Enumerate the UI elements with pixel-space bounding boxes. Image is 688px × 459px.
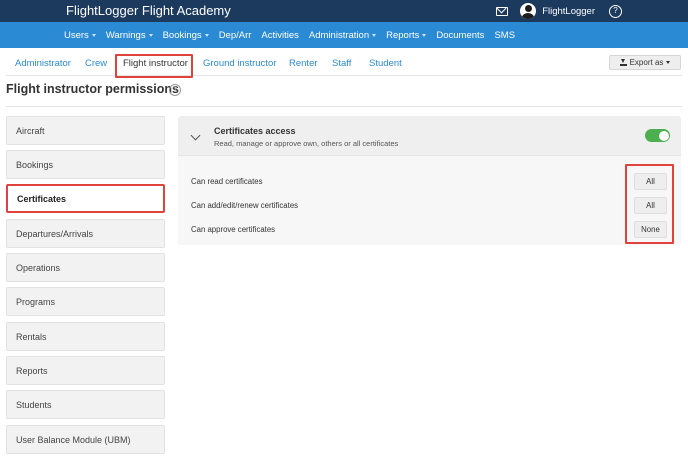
nav-item-label: SMS bbox=[494, 29, 516, 41]
sidebar-item-rentals[interactable]: Rentals bbox=[6, 322, 165, 351]
top-bar: FlightLogger Flight Academy FlightLogger… bbox=[0, 0, 688, 22]
tab-administrator[interactable]: Administrator bbox=[15, 58, 71, 69]
help-icon[interactable]: ? bbox=[169, 84, 181, 96]
caret-down-icon bbox=[204, 33, 209, 37]
sidebar-item-ubm[interactable]: User Balance Module (UBM) bbox=[6, 425, 165, 454]
sidebar-item-operations[interactable]: Operations bbox=[6, 253, 165, 282]
sidebar-item-label: Bookings bbox=[16, 159, 54, 170]
nav-item-users[interactable]: Users bbox=[64, 30, 96, 41]
permission-label: Can add/edit/renew certificates bbox=[191, 201, 299, 210]
app-title[interactable]: FlightLogger Flight Academy bbox=[66, 3, 231, 18]
sidebar-item-label: Reports bbox=[16, 365, 48, 376]
sidebar-item-label: Programs bbox=[16, 296, 56, 307]
tab-ground-instructor[interactable]: Ground instructor bbox=[203, 58, 276, 69]
permission-label: Can read certificates bbox=[191, 177, 263, 186]
nav-item-label: Activities bbox=[261, 29, 299, 41]
sidebar-item-programs[interactable]: Programs bbox=[6, 287, 165, 316]
sidebar-item-students[interactable]: Students bbox=[6, 390, 165, 419]
nav-item-label: Users bbox=[64, 29, 89, 41]
caret-down-icon bbox=[372, 33, 377, 37]
caret-down-icon bbox=[422, 33, 427, 37]
sidebar-item-certificates[interactable]: Certificates bbox=[6, 184, 165, 213]
tab-crew[interactable]: Crew bbox=[85, 58, 107, 69]
sidebar-item-label: Certificates bbox=[17, 193, 67, 204]
sidebar-item-label: Students bbox=[16, 399, 52, 410]
active-tab-highlight bbox=[115, 54, 193, 78]
help-icon[interactable]: ? bbox=[609, 4, 622, 18]
caret-down-icon bbox=[666, 61, 671, 64]
nav-item-label: Documents bbox=[436, 29, 485, 41]
toggle-knob bbox=[658, 130, 669, 141]
main-nav: Users Warnings Bookings Dep/Arr Activiti… bbox=[0, 22, 688, 48]
permission-label: Can approve certificates bbox=[191, 225, 276, 234]
nav-item-sms[interactable]: SMS bbox=[494, 30, 515, 41]
mail-icon[interactable] bbox=[496, 6, 509, 16]
nav-item-dep-arr[interactable]: Dep/Arr bbox=[219, 30, 252, 41]
export-label: Export as bbox=[629, 58, 664, 67]
tab-staff[interactable]: Staff bbox=[332, 58, 351, 69]
download-icon bbox=[619, 59, 627, 66]
nav-item-label: Administration bbox=[308, 29, 370, 41]
page-title: Flight instructor permissions bbox=[6, 82, 179, 96]
nav-item-label: Reports bbox=[386, 29, 420, 41]
sidebar-item-label: Aircraft bbox=[16, 125, 45, 136]
sidebar-item-label: User Balance Module (UBM) bbox=[16, 434, 131, 445]
panel-title: Certificates access bbox=[214, 126, 296, 136]
nav-item-bookings[interactable]: Bookings bbox=[163, 30, 209, 41]
panel-header[interactable] bbox=[178, 116, 681, 156]
sidebar-item-bookings[interactable]: Bookings bbox=[6, 150, 165, 179]
nav-item-reports[interactable]: Reports bbox=[386, 29, 427, 41]
nav-item-label: Dep/Arr bbox=[218, 29, 252, 41]
role-tabs: Administrator Crew Flight instructor Gro… bbox=[6, 54, 682, 76]
values-highlight bbox=[625, 164, 674, 244]
sidebar-item-label: Departures/Arrivals bbox=[16, 228, 94, 239]
sidebar-item-label: Rentals bbox=[16, 331, 47, 342]
nav-item-label: Bookings bbox=[162, 29, 202, 41]
nav-item-warnings[interactable]: Warnings bbox=[106, 30, 153, 41]
sidebar-item-label: Operations bbox=[16, 262, 61, 273]
nav-item-documents[interactable]: Documents bbox=[436, 30, 484, 41]
avatar[interactable] bbox=[520, 3, 537, 19]
export-button[interactable]: Export as bbox=[609, 55, 681, 70]
tab-student[interactable]: Student bbox=[369, 58, 402, 69]
sidebar-item-aircraft[interactable]: Aircraft bbox=[6, 116, 165, 145]
tab-renter[interactable]: Renter bbox=[289, 58, 318, 69]
user-name[interactable]: FlightLogger bbox=[542, 6, 595, 17]
nav-item-label: Warnings bbox=[105, 29, 146, 41]
panel-subtitle: Read, manage or approve own, others or a… bbox=[214, 139, 399, 148]
sidebar-item-departures-arrivals[interactable]: Departures/Arrivals bbox=[6, 219, 165, 248]
caret-down-icon bbox=[91, 33, 96, 37]
caret-down-icon bbox=[148, 33, 153, 37]
sidebar-item-reports[interactable]: Reports bbox=[6, 356, 165, 385]
user-area: FlightLogger ? bbox=[496, 2, 622, 20]
nav-item-administration[interactable]: Administration bbox=[308, 29, 377, 41]
divider bbox=[6, 106, 682, 107]
nav-item-activities[interactable]: Activities bbox=[261, 30, 298, 41]
access-toggle[interactable] bbox=[645, 129, 670, 142]
